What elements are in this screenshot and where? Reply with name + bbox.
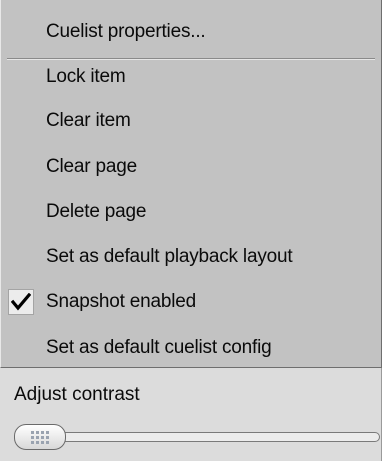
menu-item-label: Lock item bbox=[46, 66, 126, 87]
menu-item-lock-item[interactable]: Lock item bbox=[1, 55, 381, 99]
menu-item-label: Snapshot enabled bbox=[46, 291, 196, 312]
context-menu: Cuelist properties... Lock item Clear it… bbox=[0, 0, 382, 368]
menu-item-clear-page[interactable]: Clear page bbox=[1, 145, 381, 189]
menu-item-set-default-playback-layout[interactable]: Set as default playback layout bbox=[1, 235, 381, 279]
grip-icon bbox=[31, 430, 49, 444]
adjust-contrast-panel: Adjust contrast bbox=[0, 368, 382, 461]
menu-item-label: Clear page bbox=[46, 156, 137, 177]
contrast-slider-track[interactable] bbox=[14, 432, 380, 442]
checkmark-icon bbox=[8, 289, 34, 315]
adjust-contrast-label: Adjust contrast bbox=[14, 384, 140, 405]
menu-item-delete-page[interactable]: Delete page bbox=[1, 190, 381, 234]
menu-item-label: Clear item bbox=[46, 110, 131, 131]
contrast-slider-thumb[interactable] bbox=[14, 424, 66, 450]
menu-item-label: Set as default cuelist config bbox=[46, 337, 272, 358]
menu-item-cuelist-properties[interactable]: Cuelist properties... bbox=[1, 10, 381, 54]
menu-item-snapshot-enabled[interactable]: Snapshot enabled bbox=[1, 280, 381, 324]
menu-item-label: Cuelist properties... bbox=[46, 21, 206, 42]
menu-item-label: Delete page bbox=[46, 201, 147, 222]
menu-item-clear-item[interactable]: Clear item bbox=[1, 99, 381, 143]
menu-item-label: Set as default playback layout bbox=[46, 246, 293, 267]
menu-item-set-default-cuelist-config[interactable]: Set as default cuelist config bbox=[1, 326, 381, 370]
